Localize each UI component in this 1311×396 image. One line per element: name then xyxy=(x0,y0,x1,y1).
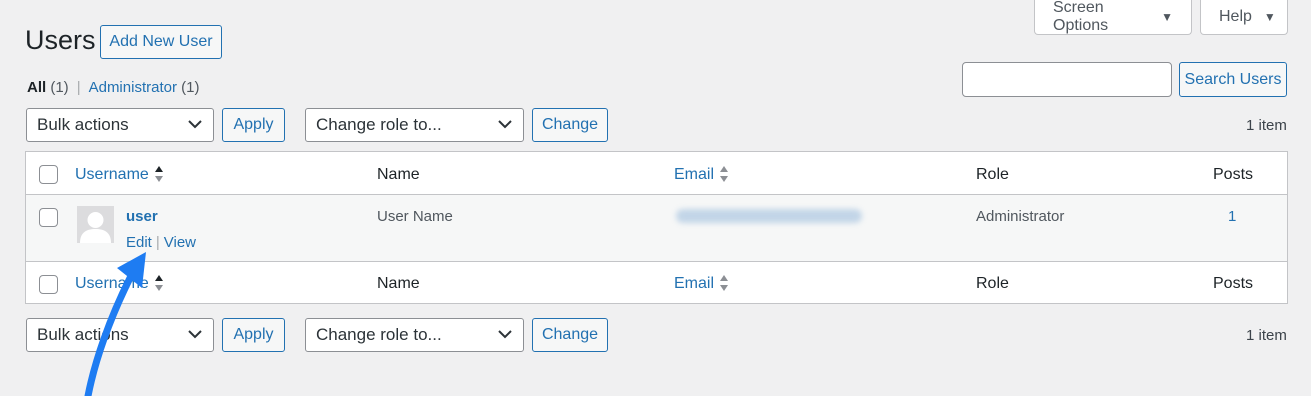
change-role-value: Change role to... xyxy=(316,325,442,344)
add-new-user-button[interactable]: Add New User xyxy=(100,25,222,59)
apply-button-bottom[interactable]: Apply xyxy=(222,318,285,352)
caret-down-icon: ▼ xyxy=(1263,10,1276,24)
filter-separator: | xyxy=(76,79,81,96)
apply-button-top[interactable]: Apply xyxy=(222,108,285,142)
chevron-down-icon xyxy=(498,120,512,129)
view-link[interactable]: View xyxy=(164,234,196,251)
filter-administrator[interactable]: Administrator (1) xyxy=(89,79,200,96)
change-button-top[interactable]: Change xyxy=(532,108,608,142)
screen-options-label: Screen Options xyxy=(1053,0,1109,34)
chevron-down-icon xyxy=(498,330,512,339)
filter-all-label: All xyxy=(27,79,47,96)
select-all-checkbox[interactable] xyxy=(39,165,58,184)
column-username[interactable]: Username xyxy=(75,166,149,184)
column-role: Role xyxy=(976,166,1009,183)
change-role-select-top[interactable]: Change role to... xyxy=(305,108,524,142)
bulk-actions-value: Bulk actions xyxy=(37,115,129,134)
sort-asc-icon[interactable] xyxy=(154,274,164,292)
filter-all[interactable]: All (1) xyxy=(27,79,69,96)
screen-options-button[interactable]: Screen Options ▼ xyxy=(1034,0,1192,35)
table-footer-row: Username Name Email Role Posts xyxy=(26,262,1287,304)
change-button-bottom[interactable]: Change xyxy=(532,318,608,352)
users-table: Username Name Email Role Posts user Edit… xyxy=(25,151,1288,304)
row-email-redacted[interactable] xyxy=(676,209,862,223)
change-role-value: Change role to... xyxy=(316,115,442,134)
sort-icon[interactable] xyxy=(719,274,729,292)
chevron-down-icon xyxy=(188,120,202,129)
help-button[interactable]: Help ▼ xyxy=(1200,0,1288,35)
row-actions-separator: | xyxy=(155,234,160,251)
column-email[interactable]: Email xyxy=(674,166,714,184)
default-avatar-icon xyxy=(80,212,111,243)
avatar xyxy=(77,206,114,243)
bulk-actions-select-bottom[interactable]: Bulk actions xyxy=(26,318,214,352)
table-header-row: Username Name Email Role Posts xyxy=(26,152,1287,194)
row-name: User Name xyxy=(377,208,453,225)
filter-administrator-label: Administrator xyxy=(88,79,177,96)
select-all-checkbox-footer[interactable] xyxy=(39,275,58,294)
row-actions: Edit | View xyxy=(126,234,196,251)
caret-down-icon: ▼ xyxy=(1161,10,1173,24)
edit-link[interactable]: Edit xyxy=(126,234,152,251)
filter-administrator-count: (1) xyxy=(181,79,200,96)
row-username-link[interactable]: user xyxy=(126,208,158,225)
search-users-button[interactable]: Search Users xyxy=(1179,62,1287,97)
column-username-footer[interactable]: Username xyxy=(75,275,149,293)
search-input[interactable] xyxy=(962,62,1172,97)
page-title: Users xyxy=(25,25,96,55)
chevron-down-icon xyxy=(188,330,202,339)
role-filter-links: All (1) | Administrator (1) xyxy=(27,79,199,96)
item-count-top: 1 item xyxy=(1246,117,1287,134)
help-label: Help xyxy=(1219,8,1252,25)
change-role-select-bottom[interactable]: Change role to... xyxy=(305,318,524,352)
column-name: Name xyxy=(377,166,420,183)
sort-asc-icon[interactable] xyxy=(154,165,164,183)
column-role-footer: Role xyxy=(976,275,1009,292)
filter-all-count: (1) xyxy=(50,79,69,96)
row-posts-link[interactable]: 1 xyxy=(1228,208,1236,225)
table-row: user Edit | View User Name Administrator… xyxy=(26,194,1287,262)
sort-icon[interactable] xyxy=(719,165,729,183)
column-posts: Posts xyxy=(1213,166,1254,183)
item-count-bottom: 1 item xyxy=(1246,327,1287,344)
bulk-actions-select-top[interactable]: Bulk actions xyxy=(26,108,214,142)
row-role: Administrator xyxy=(976,208,1065,225)
column-email-footer[interactable]: Email xyxy=(674,275,714,293)
row-checkbox[interactable] xyxy=(39,208,58,227)
column-name-footer: Name xyxy=(377,275,420,292)
column-posts-footer: Posts xyxy=(1213,275,1254,292)
bulk-actions-value: Bulk actions xyxy=(37,325,129,344)
